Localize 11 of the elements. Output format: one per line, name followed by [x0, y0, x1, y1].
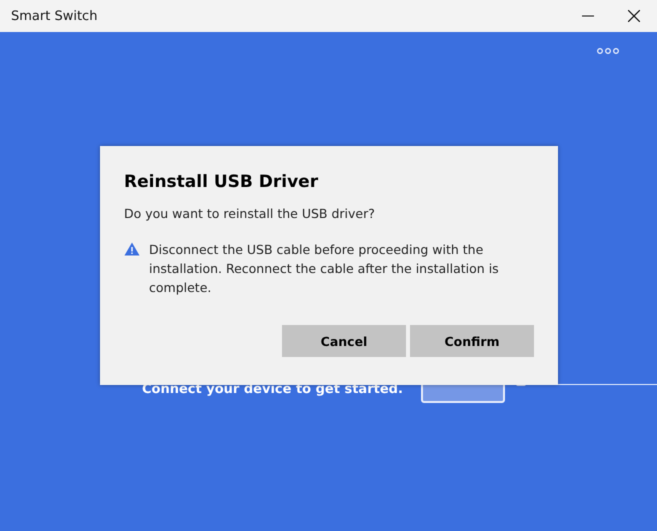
- warning-text: Disconnect the USB cable before proceeding with the installation. Reconnect the cable after the installation is complete.: [149, 241, 500, 297]
- connect-message: Connect your device to get started.: [142, 382, 402, 397]
- window-title: Smart Switch: [11, 8, 98, 24]
- close-icon: [628, 10, 640, 22]
- dialog-title: Reinstall USB Driver: [124, 172, 320, 192]
- dialog-question: Do you want to reinstall the USB driver?: [124, 206, 376, 221]
- more-icon: [597, 48, 619, 54]
- cancel-button[interactable]: Cancel: [282, 325, 406, 357]
- warning-icon: [124, 242, 140, 256]
- more-options-button[interactable]: [595, 46, 621, 56]
- confirm-button[interactable]: Confirm: [410, 325, 534, 357]
